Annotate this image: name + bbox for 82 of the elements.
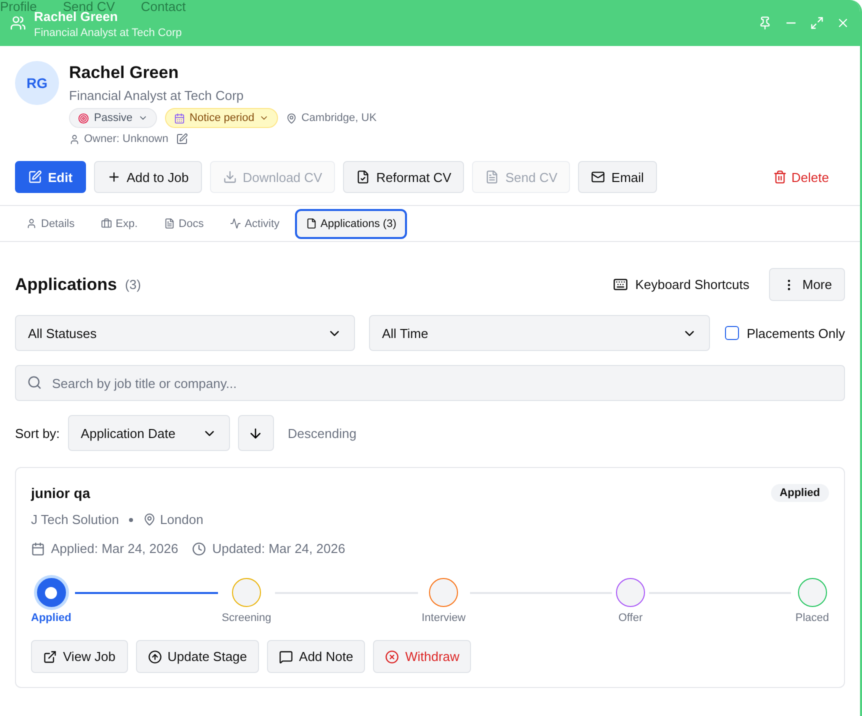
status-dropdown[interactable]: Notice period <box>164 108 278 128</box>
candidate-name: Rachel Green <box>69 63 180 83</box>
stage-label: Screening <box>222 612 272 624</box>
action-button[interactable]: Email <box>578 161 657 193</box>
x-circle-icon <box>385 650 400 664</box>
location-pin-icon <box>286 112 298 124</box>
location-text: Cambridge, UK <box>301 112 377 124</box>
external-link-icon <box>43 650 57 664</box>
pin-icon[interactable] <box>758 16 772 30</box>
calendar-icon <box>31 542 45 556</box>
comment-icon <box>279 650 294 664</box>
close-icon[interactable] <box>836 16 850 30</box>
search-field[interactable]: Search by job title or company... <box>15 365 845 401</box>
sort-direction-button[interactable] <box>238 415 274 451</box>
tab[interactable]: Activity <box>218 208 291 238</box>
tab[interactable]: Docs <box>152 208 215 238</box>
checkbox-label: Placements Only <box>746 326 845 340</box>
card-action-button[interactable]: Withdraw <box>373 640 472 673</box>
user-icon <box>69 134 80 144</box>
status-dropdown[interactable]: Passive <box>69 108 157 128</box>
window-subtitle: Financial Analyst at Tech Corp <box>34 27 182 39</box>
sort-direction-text: Descending <box>288 426 356 440</box>
card-action-button[interactable]: Update Stage <box>136 640 260 673</box>
plus-icon <box>106 170 121 184</box>
keyboard-shortcuts-link[interactable]: Keyboard Shortcuts <box>607 276 756 293</box>
company-name: J Tech Solution <box>31 512 119 527</box>
document-icon <box>485 170 500 184</box>
job-title: junior qa <box>31 485 90 501</box>
activity-icon <box>230 218 241 229</box>
time-select[interactable]: All Time <box>369 315 710 351</box>
owner-text: Owner: Unknown <box>84 133 168 145</box>
action-button[interactable]: Edit <box>15 161 86 193</box>
job-location: London <box>160 512 204 527</box>
stage-label: Interview <box>422 612 466 624</box>
file-icon <box>306 218 317 229</box>
mail-icon <box>591 170 606 184</box>
stage-circle[interactable] <box>616 578 645 607</box>
user-icon <box>26 218 37 229</box>
sort-select[interactable]: Application Date <box>68 415 230 451</box>
status-badge: Applied <box>770 484 829 502</box>
sort-label: Sort by: <box>15 426 60 440</box>
keyboard-icon <box>613 277 628 292</box>
download-icon <box>222 170 237 184</box>
delete-button[interactable]: Delete <box>767 168 835 186</box>
search-icon <box>27 375 42 390</box>
stage-circle[interactable] <box>429 578 458 607</box>
updated-date: Updated: Mar 24, 2026 <box>212 541 346 556</box>
action-button[interactable]: Add to Job <box>94 161 202 193</box>
trash-icon <box>773 170 788 184</box>
stage-circle[interactable] <box>798 578 827 607</box>
arrow-up-circle-icon <box>148 650 162 664</box>
status-select[interactable]: All Statuses <box>15 315 355 351</box>
section-title: Applications <box>15 274 118 294</box>
users-icon <box>10 15 26 31</box>
calendar-icon <box>174 112 185 124</box>
checkbox[interactable] <box>724 326 739 340</box>
clock-icon <box>192 542 206 556</box>
briefcase-icon <box>100 218 112 229</box>
card-action-button[interactable]: View Job <box>31 640 128 673</box>
tab[interactable]: Details <box>15 208 86 238</box>
tab[interactable]: Exp. <box>90 208 149 238</box>
avatar: RG <box>15 61 59 105</box>
action-button[interactable]: Reformat CV <box>343 161 464 193</box>
background-tab-label: Contact <box>140 0 186 14</box>
document-icon <box>164 218 175 229</box>
separator-dot <box>128 518 133 522</box>
document-check-icon <box>356 170 370 184</box>
target-icon <box>78 112 89 124</box>
applied-date: Applied: Mar 24, 2026 <box>51 541 178 556</box>
stage-circle[interactable] <box>36 578 66 607</box>
stage-label: Offer <box>618 612 643 624</box>
section-count: (3) <box>125 277 141 292</box>
more-button[interactable]: More <box>769 268 845 301</box>
card-action-button[interactable]: Add Note <box>267 640 366 673</box>
tab[interactable]: Applications (3) <box>294 208 408 238</box>
maximize-icon[interactable] <box>810 16 824 30</box>
candidate-headline: Financial Analyst at Tech Corp <box>69 88 245 103</box>
location-pin-icon <box>142 513 156 526</box>
stage-label: Placed <box>795 612 829 624</box>
stage-label: Applied <box>31 612 72 624</box>
edit-icon[interactable] <box>176 133 188 145</box>
edit-icon <box>28 170 42 184</box>
